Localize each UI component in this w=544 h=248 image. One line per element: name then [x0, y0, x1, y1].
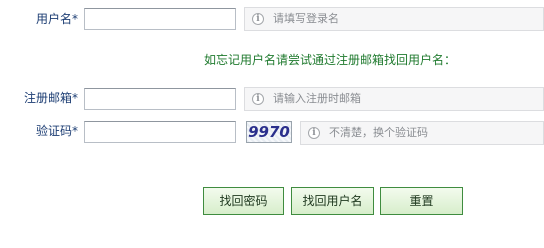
username-hint: i 请填写登录名	[244, 7, 544, 31]
info-icon: i	[252, 13, 264, 25]
username-hint-text: 请填写登录名	[273, 12, 339, 25]
email-label-text: 注册邮箱	[23, 91, 72, 105]
email-label: 注册邮箱*	[4, 88, 78, 108]
email-hint: i 请输入注册时邮箱	[244, 87, 544, 111]
captcha-label-text: 验证码	[35, 124, 72, 138]
info-icon: i	[308, 127, 320, 139]
captcha-input[interactable]	[84, 121, 236, 143]
required-mark: *	[72, 91, 78, 105]
reset-button[interactable]: 重置	[380, 187, 463, 215]
username-label-text: 用户名	[35, 12, 72, 26]
captcha-refresh-hint[interactable]: i 不清楚，换个验证码	[300, 121, 544, 145]
required-mark: *	[72, 12, 78, 26]
captcha-hint-text: 不清楚，换个验证码	[329, 126, 428, 139]
required-mark: *	[72, 124, 78, 138]
username-input[interactable]	[84, 8, 236, 30]
forgot-username-notice: 如忘记用户名请尝试通过注册邮箱找回用户名：	[204, 53, 457, 67]
info-icon: i	[252, 93, 264, 105]
find-password-button[interactable]: 找回密码	[203, 187, 284, 215]
email-hint-text: 请输入注册时邮箱	[273, 92, 361, 105]
find-username-button[interactable]: 找回用户名	[291, 187, 374, 215]
username-label: 用户名*	[4, 9, 78, 29]
captcha-label: 验证码*	[4, 121, 78, 141]
email-input[interactable]	[84, 88, 236, 110]
captcha-image[interactable]: 9970	[246, 121, 292, 143]
